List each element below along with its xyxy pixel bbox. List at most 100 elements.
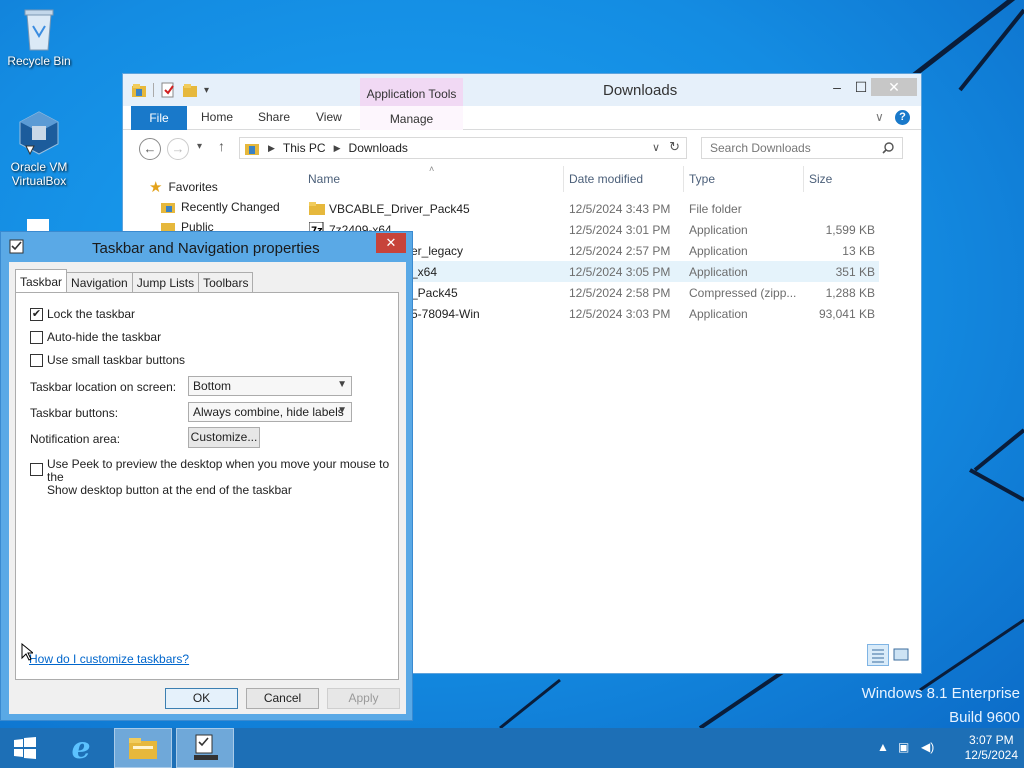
apply-button[interactable]: Apply xyxy=(327,688,400,709)
document-icon xyxy=(27,219,49,233)
taskbar-properties-dialog: Taskbar and Navigation properties ✕ Task… xyxy=(0,231,413,721)
dialog-app-icon xyxy=(9,239,24,254)
peek-label-line1: Use Peek to preview the desktop when you… xyxy=(47,457,390,484)
column-date-modified[interactable]: Date modified xyxy=(569,172,643,186)
file-row[interactable]: VBCABLE_Driver_Pack45 12/5/2024 3:43 PM … xyxy=(303,198,879,219)
small-buttons-checkbox[interactable] xyxy=(30,354,43,367)
chevron-down-icon: ▼ xyxy=(337,379,347,390)
desktop-icon-virtualbox[interactable]: Oracle VM VirtualBox xyxy=(3,110,75,188)
start-button[interactable] xyxy=(0,728,50,768)
nav-recently-changed[interactable]: Recently Changed xyxy=(161,200,280,214)
cancel-button[interactable]: Cancel xyxy=(246,688,319,709)
taskbar-tab-panel: ✔ Lock the taskbar Auto-hide the taskbar… xyxy=(15,292,399,680)
file-date: 12/5/2024 3:03 PM xyxy=(569,307,671,321)
file-size: 351 KB xyxy=(835,265,875,279)
properties-icon[interactable] xyxy=(160,82,176,98)
clock[interactable]: 3:07 PM 12/5/2024 xyxy=(965,733,1018,763)
file-explorer-icon xyxy=(129,738,157,759)
customize-qat-icon[interactable]: ▾ xyxy=(204,85,209,96)
file-name: _x64 xyxy=(411,265,438,279)
application-tools-context-tab: Application Tools xyxy=(360,78,463,106)
taskbar-buttons-value: Always combine, hide labels xyxy=(193,405,344,419)
taskbar-buttons-label: Taskbar buttons: xyxy=(30,406,119,420)
search-input[interactable]: Search Downloads xyxy=(701,137,903,159)
file-type: Application xyxy=(689,307,748,321)
file-name: 5-78094-Win xyxy=(411,307,480,321)
help-link[interactable]: How do I customize taskbars? xyxy=(29,652,189,666)
breadcrumb-downloads[interactable]: Downloads xyxy=(349,141,408,155)
address-dropdown-icon[interactable]: ∨ xyxy=(652,141,660,154)
desktop-icon-label-line2: VirtualBox xyxy=(11,174,67,188)
dialog-titlebar: Taskbar and Navigation properties ✕ xyxy=(1,232,412,262)
large-icons-view-icon[interactable] xyxy=(891,644,913,666)
volume-icon[interactable]: ◀) xyxy=(921,740,934,754)
file-name: VBCABLE_Driver_Pack45 xyxy=(329,202,470,216)
chevron-down-icon: ▼ xyxy=(337,405,347,416)
file-date: 12/5/2024 3:01 PM xyxy=(569,223,671,237)
tab-home[interactable]: Home xyxy=(201,110,233,124)
back-icon[interactable]: ← xyxy=(139,138,161,160)
network-icon[interactable]: ▣ xyxy=(898,740,909,754)
notification-area-label: Notification area: xyxy=(30,432,121,446)
nav-favorites[interactable]: ★ Favorites xyxy=(149,178,218,196)
details-view-icon[interactable] xyxy=(867,644,889,666)
address-bar-row: ← → ▾ ↑ ▶ This PC ▶ Downloads ∨ ↻ Search… xyxy=(123,131,921,163)
recent-locations-icon[interactable]: ▾ xyxy=(197,141,202,152)
ok-button[interactable]: OK xyxy=(165,688,238,709)
tab-taskbar[interactable]: Taskbar xyxy=(15,269,68,292)
taskbar-properties-window[interactable] xyxy=(176,728,234,768)
column-separator xyxy=(563,166,564,192)
search-placeholder: Search Downloads xyxy=(710,141,811,155)
windows-edition-watermark: Windows 8.1 Enterprise xyxy=(861,685,1020,702)
address-box[interactable]: ▶ This PC ▶ Downloads ∨ ↻ xyxy=(239,137,687,159)
taskbar-internet-explorer[interactable]: e xyxy=(58,728,104,768)
close-icon[interactable]: ✕ xyxy=(871,78,917,96)
file-type: File folder xyxy=(689,202,742,216)
file-size: 1,599 KB xyxy=(825,223,875,237)
breadcrumb-this-pc[interactable]: This PC xyxy=(283,141,326,155)
help-icon[interactable]: ? xyxy=(895,110,910,125)
file-date: 12/5/2024 3:05 PM xyxy=(569,265,671,279)
dialog-tabs: Taskbar Navigation Jump Lists Toolbars xyxy=(15,269,254,292)
show-hidden-icons[interactable]: ▲ xyxy=(877,740,889,754)
auto-hide-checkbox[interactable] xyxy=(30,331,43,344)
taskbar-location-value: Bottom xyxy=(193,379,232,393)
file-date: 12/5/2024 3:43 PM xyxy=(569,202,671,216)
taskbar-buttons-select[interactable]: Always combine, hide labels ▼ xyxy=(188,402,352,422)
column-type[interactable]: Type xyxy=(689,172,715,186)
column-name[interactable]: Name xyxy=(308,172,340,186)
tab-file[interactable]: File xyxy=(131,106,187,130)
dialog-close-icon[interactable]: ✕ xyxy=(376,233,406,253)
new-folder-icon[interactable] xyxy=(182,82,198,98)
up-icon[interactable]: ↑ xyxy=(218,138,225,154)
small-buttons-label: Use small taskbar buttons xyxy=(47,353,186,367)
tab-view[interactable]: View xyxy=(316,110,342,124)
quick-access-toolbar: ▾ xyxy=(131,82,209,98)
folder-properties-icon[interactable] xyxy=(131,82,147,98)
internet-explorer-icon: e xyxy=(71,730,91,766)
peek-label: Use Peek to preview the desktop when you… xyxy=(47,458,398,497)
taskbar-location-select[interactable]: Bottom ▼ xyxy=(188,376,352,396)
tab-jump-lists[interactable]: Jump Lists xyxy=(131,272,200,292)
desktop-icon-recycle-bin[interactable]: Recycle Bin xyxy=(3,6,75,68)
refresh-icon[interactable]: ↻ xyxy=(669,139,680,155)
customize-button[interactable]: Customize... xyxy=(188,427,260,448)
tab-manage[interactable]: Manage xyxy=(360,106,463,130)
small-buttons-option[interactable]: Use small taskbar buttons xyxy=(30,353,185,367)
peek-option[interactable]: Use Peek to preview the desktop when you… xyxy=(30,458,398,497)
taskbar-file-explorer[interactable] xyxy=(114,728,172,768)
expand-ribbon-icon[interactable]: ∨ xyxy=(875,110,884,124)
search-icon xyxy=(882,142,894,154)
auto-hide-option[interactable]: Auto-hide the taskbar xyxy=(30,330,161,344)
tab-navigation[interactable]: Navigation xyxy=(66,272,133,292)
lock-taskbar-option[interactable]: ✔ Lock the taskbar xyxy=(30,307,135,321)
file-date: 12/5/2024 2:57 PM xyxy=(569,244,671,258)
tab-share[interactable]: Share xyxy=(258,110,290,124)
forward-icon[interactable]: → xyxy=(167,138,189,160)
column-size[interactable]: Size xyxy=(809,172,832,186)
file-size: 13 KB xyxy=(842,244,875,258)
tab-toolbars[interactable]: Toolbars xyxy=(198,272,254,292)
lock-taskbar-checkbox[interactable]: ✔ xyxy=(30,308,43,321)
peek-checkbox[interactable] xyxy=(30,463,43,476)
taskbar-location-label: Taskbar location on screen: xyxy=(30,380,177,394)
